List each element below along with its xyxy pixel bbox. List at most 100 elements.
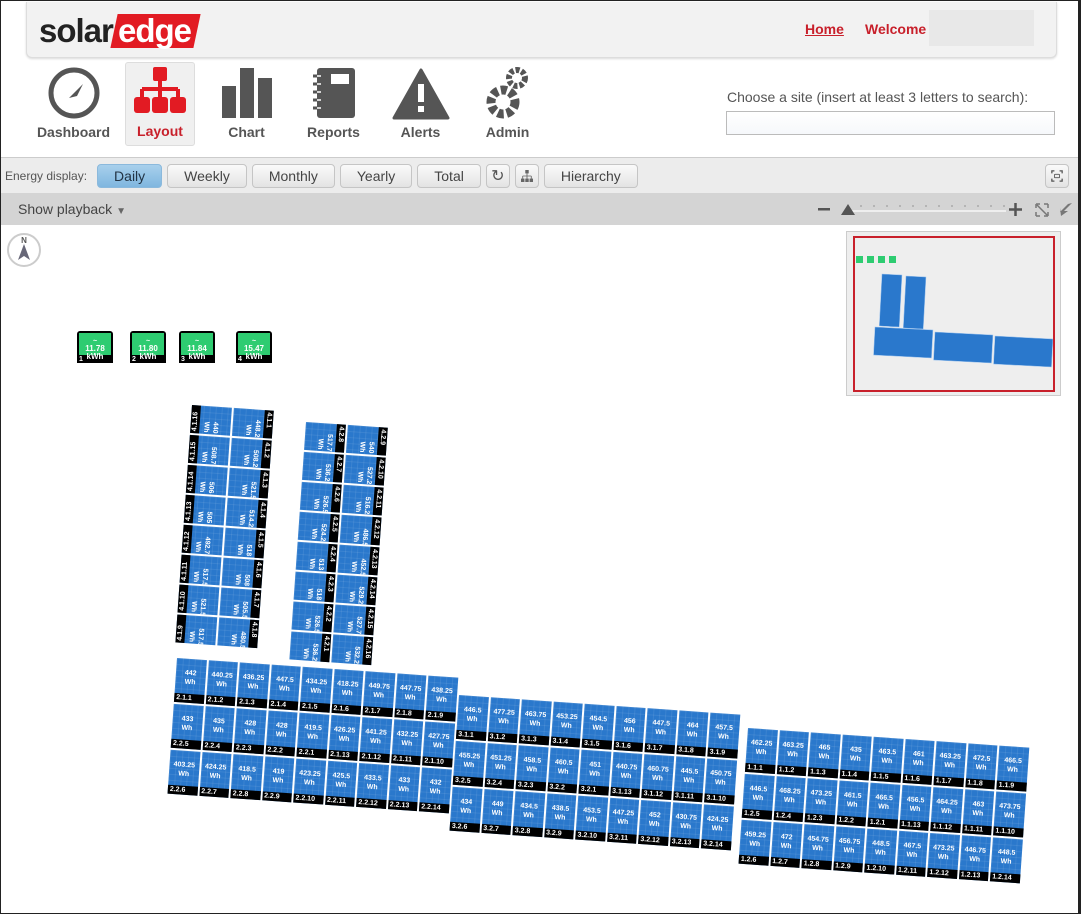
panel-4-1-7[interactable]: 505.5 Wh 4.1.7 [219, 587, 262, 619]
inverter-4[interactable]: ~15.47 kWh 4 [236, 331, 272, 363]
panel-2-1-11[interactable]: 432.25 Wh 2.1.11 [390, 719, 424, 766]
nav-reports[interactable]: Reports [290, 62, 377, 146]
panel-3-1-6[interactable]: 456 Wh 3.1.6 [613, 705, 646, 752]
panel-4-1-3[interactable]: 521.5 Wh 4.1.3 [227, 467, 270, 499]
nav-admin[interactable]: Admin [464, 62, 551, 146]
panel-4-2-3[interactable]: 518 Wh 4.2.3 [293, 571, 336, 603]
panel-4-2-15[interactable]: 527.75 Wh 4.2.15 [333, 604, 376, 638]
panel-4-1-13[interactable]: 505 Wh 4.1.13 [183, 494, 226, 526]
panel-4-1-16[interactable]: 440 Wh 4.1.16 [190, 405, 232, 436]
panel-1-1-3[interactable]: 465 Wh 1.1.3 [807, 732, 841, 779]
panel-1-1-1[interactable]: 462.25 Wh 1.1.1 [744, 728, 778, 774]
refresh-button[interactable]: ↻ [485, 163, 510, 188]
panel-1-2-13[interactable]: 446.75 Wh 1.2.13 [958, 835, 991, 882]
panel-4-2-14[interactable]: 529.25 Wh 4.2.14 [335, 574, 378, 608]
panel-3-1-1[interactable]: 446.5 Wh 3.1.1 [455, 695, 489, 741]
panel-1-1-6[interactable]: 461 Wh 1.1.6 [902, 738, 935, 785]
panel-2-2-12[interactable]: 433.5 Wh 2.2.12 [356, 762, 389, 809]
panel-1-1-8[interactable]: 472.5 Wh 1.1.8 [964, 743, 998, 790]
panel-1-2-14[interactable]: 448.5 Wh 1.2.14 [989, 837, 1023, 884]
panel-3-1-12[interactable]: 460.75 Wh 3.1.12 [641, 754, 674, 801]
fullscreen-button[interactable] [1045, 164, 1069, 188]
panel-4-1-4[interactable]: 514.25 Wh 4.1.4 [225, 497, 268, 531]
panel-2-2-4[interactable]: 435 Wh 2.2.4 [202, 706, 235, 753]
panel-2-1-12[interactable]: 441.25 Wh 2.1.12 [359, 717, 392, 764]
zoom-out-button[interactable] [818, 208, 830, 211]
period-daily-button[interactable]: Daily [97, 163, 163, 188]
panel-3-2-13[interactable]: 430.75 Wh 3.2.13 [669, 802, 702, 849]
panel-4-2-8[interactable]: 517.75 Wh 4.2.8 [304, 422, 346, 456]
collapse-minimap-icon[interactable] [1060, 203, 1072, 216]
panel-2-1-4[interactable]: 447.5 Wh 2.1.4 [268, 664, 301, 711]
panel-3-1-11[interactable]: 445.5 Wh 3.1.11 [672, 756, 706, 803]
solaredge-logo[interactable]: solar edge [39, 12, 201, 50]
panel-2-1-6[interactable]: 418.25 Wh 2.1.6 [331, 668, 364, 715]
panel-1-2-4[interactable]: 468.25 Wh 1.2.4 [773, 776, 806, 823]
panel-3-2-5[interactable]: 455.25 Wh 3.2.5 [452, 740, 486, 787]
panel-2-2-10[interactable]: 423.25 Wh 2.2.10 [293, 758, 326, 805]
panel-1-2-2[interactable]: 461.5 Wh 1.2.2 [835, 780, 869, 827]
panel-4-2-2[interactable]: 526.5 Wh 4.2.2 [291, 601, 334, 633]
panel-3-1-9[interactable]: 457.5 Wh 3.1.9 [707, 712, 740, 759]
panel-2-2-3[interactable]: 428 Wh 2.2.3 [233, 708, 267, 755]
panel-3-2-3[interactable]: 458.5 Wh 3.2.3 [515, 745, 549, 792]
home-link[interactable]: Home [805, 21, 844, 37]
panel-3-1-10[interactable]: 450.75 Wh 3.1.10 [704, 758, 737, 805]
panel-4-2-7[interactable]: 536.25 Wh 4.2.7 [301, 451, 344, 486]
panel-4-2-4[interactable]: 513 Wh 4.2.4 [295, 541, 338, 573]
inverter-2[interactable]: ~11.80 kWh 2 [130, 331, 166, 363]
panel-1-2-6[interactable]: 459.25 Wh 1.2.6 [738, 819, 772, 866]
panel-4-1-10[interactable]: 521.5 Wh 4.1.10 [177, 584, 220, 616]
panel-4-1-14[interactable]: 506 Wh 4.1.14 [185, 464, 228, 496]
panel-4-2-13[interactable]: 452.5 Wh 4.2.13 [337, 544, 380, 576]
panel-3-2-2[interactable]: 460.5 Wh 3.2.2 [546, 747, 580, 794]
layout-canvas[interactable]: N ~11.78 kWh 1 ~11.80 kWh 2 ~11.84 kWh 3 ~15.47 kW… [1, 225, 1078, 913]
panel-1-1-10[interactable]: 473.75 Wh 1.1.10 [993, 791, 1026, 838]
panel-2-2-11[interactable]: 425.5 Wh 2.2.11 [324, 760, 358, 807]
panel-2-2-14[interactable]: 432 Wh 2.2.14 [418, 767, 452, 814]
period-total-button[interactable]: Total [417, 163, 481, 188]
zoom-slider-handle[interactable] [841, 204, 855, 215]
panel-1-1-11[interactable]: 463 Wh 1.1.11 [961, 789, 995, 836]
period-monthly-button[interactable]: Monthly [251, 163, 335, 188]
panel-1-1-4[interactable]: 435 Wh 1.1.4 [839, 734, 872, 781]
panel-2-1-1[interactable]: 442 Wh 2.1.1 [173, 658, 207, 704]
panel-1-1-12[interactable]: 464.25 Wh 1.1.12 [930, 787, 963, 834]
panel-1-2-7[interactable]: 472 Wh 1.2.7 [769, 821, 803, 868]
minimap-viewport[interactable] [853, 236, 1055, 392]
panel-2-1-13[interactable]: 426.25 Wh 2.1.13 [327, 714, 361, 761]
panel-2-2-13[interactable]: 433 Wh 2.2.13 [387, 765, 420, 812]
panel-4-1-8[interactable]: 480.5 Wh 4.1.8 [217, 617, 260, 649]
panel-2-1-9[interactable]: 438.25 Wh 2.1.9 [425, 675, 458, 722]
minimap[interactable] [846, 231, 1061, 396]
panel-4-2-10[interactable]: 527.25 Wh 4.2.10 [343, 454, 386, 488]
panel-1-2-3[interactable]: 473.25 Wh 1.2.3 [804, 778, 838, 825]
panel-1-2-9[interactable]: 456.75 Wh 1.2.9 [832, 826, 866, 873]
panel-4-2-5[interactable]: 524.25 Wh 4.2.5 [297, 511, 340, 545]
hierarchy-button[interactable]: Hierarchy [543, 163, 638, 188]
panel-3-2-4[interactable]: 451.25 Wh 3.2.4 [484, 743, 517, 790]
panel-4-1-11[interactable]: 517.5 Wh 4.1.11 [179, 554, 222, 586]
panel-2-2-1[interactable]: 419.5 Wh 2.2.1 [296, 712, 329, 759]
panel-4-1-2[interactable]: 508.25 Wh 4.1.2 [229, 437, 272, 471]
panel-2-2-2[interactable]: 428 Wh 2.2.2 [264, 710, 298, 757]
panel-1-2-5[interactable]: 446.5 Wh 1.2.5 [741, 773, 775, 820]
panel-4-2-1[interactable]: 536.25 Wh 4.2.1 [289, 631, 332, 665]
panel-1-2-10[interactable]: 448.5 Wh 1.2.10 [864, 828, 897, 875]
panel-4-2-9[interactable]: 540 Wh 4.2.9 [345, 424, 388, 456]
panel-3-1-5[interactable]: 454.5 Wh 3.1.5 [581, 703, 615, 750]
panel-4-1-6[interactable]: 508 Wh 4.1.6 [221, 557, 264, 589]
panel-2-2-9[interactable]: 419 Wh 2.2.9 [261, 756, 295, 803]
period-yearly-button[interactable]: Yearly [339, 163, 413, 188]
nav-chart[interactable]: Chart [203, 62, 290, 146]
inverter-1[interactable]: ~11.78 kWh 1 [77, 331, 113, 363]
show-playback-toggle[interactable]: Show playback ▼ [18, 201, 126, 217]
panel-3-2-10[interactable]: 453.5 Wh 3.2.10 [575, 795, 608, 842]
panel-3-1-13[interactable]: 440.75 Wh 3.1.13 [609, 751, 643, 798]
panel-3-1-8[interactable]: 464 Wh 3.1.8 [675, 710, 709, 757]
panel-4-1-1[interactable]: 448.25 Wh 4.1.1 [231, 407, 274, 442]
panel-2-1-2[interactable]: 440.25 Wh 2.1.2 [205, 660, 238, 707]
nav-layout[interactable]: Layout [125, 62, 195, 146]
panel-1-1-7[interactable]: 463.25 Wh 1.1.7 [933, 741, 966, 788]
panel-2-2-6[interactable]: 403.25 Wh 2.2.6 [167, 749, 201, 796]
